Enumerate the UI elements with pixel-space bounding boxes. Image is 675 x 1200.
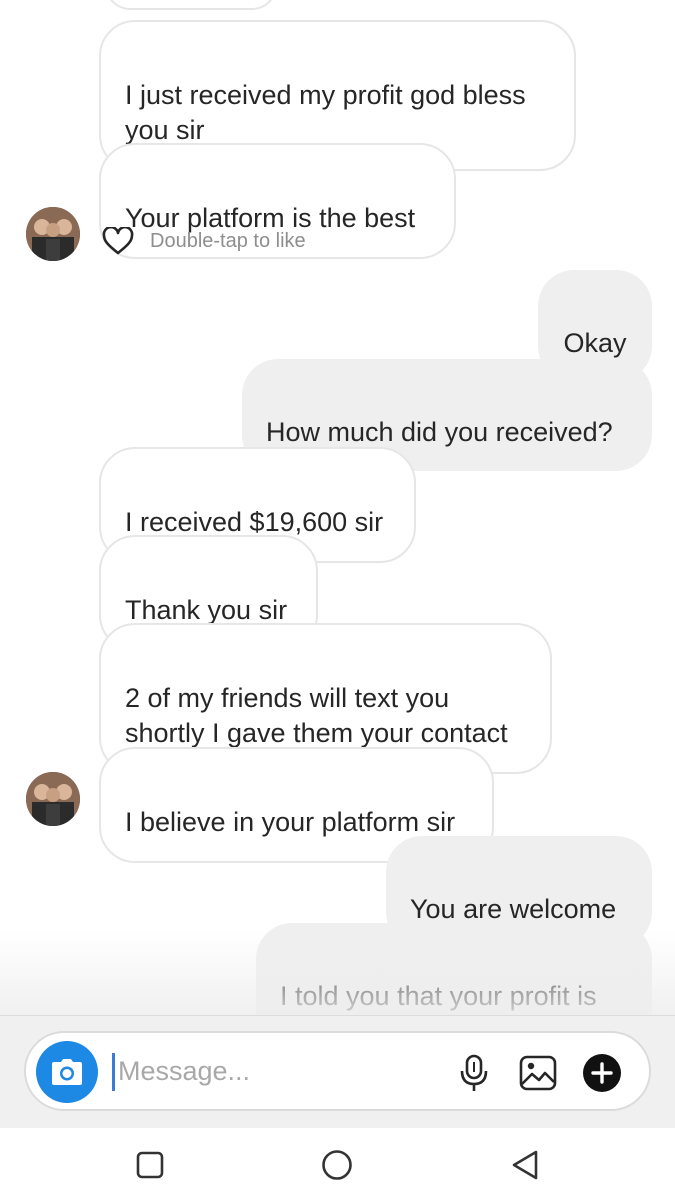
message-text: You are welcome xyxy=(410,894,617,924)
back-icon[interactable] xyxy=(508,1148,542,1182)
camera-button[interactable] xyxy=(36,1041,98,1103)
message-input[interactable] xyxy=(118,1047,438,1095)
avatar-photo xyxy=(26,772,80,826)
heart-icon[interactable] xyxy=(102,227,134,255)
message-composer xyxy=(24,1031,651,1111)
recent-apps-icon[interactable] xyxy=(133,1148,167,1182)
message-text: How much did you received? xyxy=(266,417,613,447)
composer-bar xyxy=(0,1015,675,1128)
text-cursor xyxy=(112,1053,115,1091)
message-bubble-partial[interactable] xyxy=(105,0,277,10)
like-hint-text: Double-tap to like xyxy=(150,229,306,252)
avatar-photo xyxy=(26,207,80,261)
chat-screen: I just received my profit god bless you … xyxy=(0,0,675,1200)
system-navigation-bar xyxy=(0,1128,675,1200)
plus-icon[interactable] xyxy=(582,1053,622,1093)
like-hint[interactable]: Double-tap to like xyxy=(102,226,306,256)
message-text: Okay xyxy=(563,328,627,358)
message-text: 2 of my friends will text you shortly I … xyxy=(125,683,508,748)
avatar[interactable] xyxy=(26,772,80,826)
microphone-icon[interactable] xyxy=(454,1053,494,1093)
avatar[interactable] xyxy=(26,207,80,261)
home-icon[interactable] xyxy=(320,1148,354,1182)
outgoing-message[interactable]: I told you that your profit is always sa… xyxy=(256,923,652,1015)
gallery-icon[interactable] xyxy=(518,1053,558,1093)
message-text: I just received my profit god bless you … xyxy=(125,80,526,145)
message-thread[interactable]: I just received my profit god bless you … xyxy=(0,0,675,1015)
camera-icon xyxy=(52,1059,82,1085)
message-text: I believe in your platform sir xyxy=(125,807,456,837)
message-text: I told you that your profit is always sa… xyxy=(280,981,597,1011)
message-text: I received $19,600 sir xyxy=(125,507,384,537)
message-text: Thank you sir xyxy=(125,595,288,625)
